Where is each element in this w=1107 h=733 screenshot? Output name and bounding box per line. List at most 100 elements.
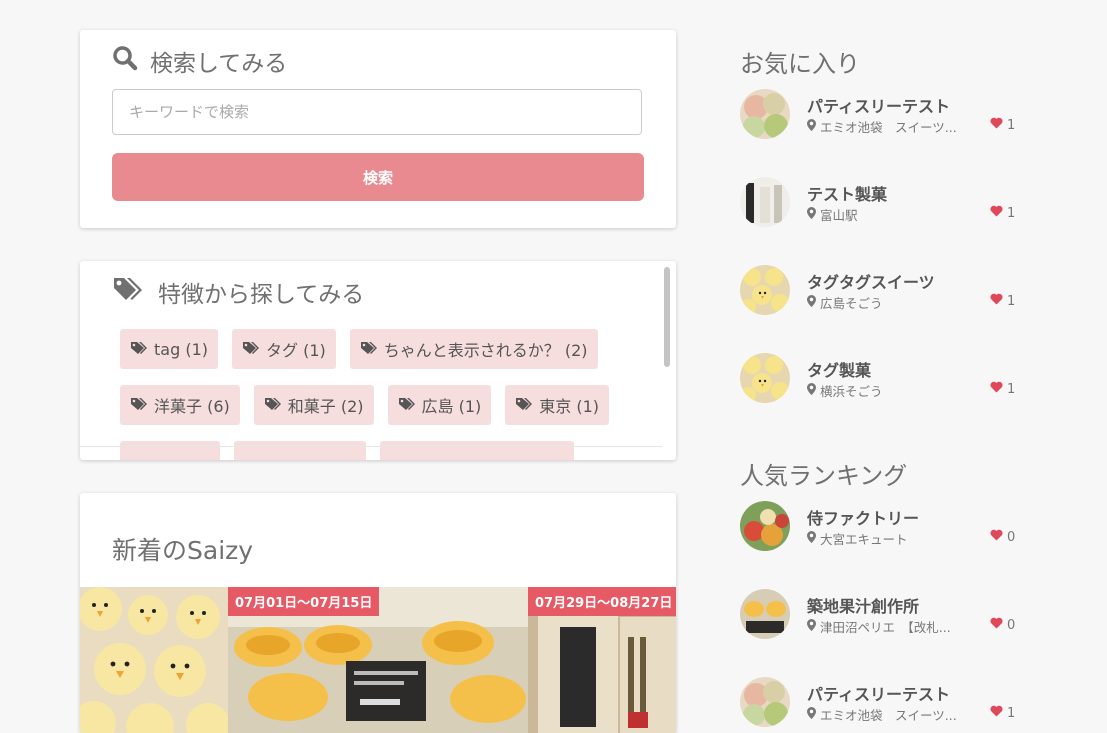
tag-icon: [360, 340, 378, 359]
shop-location: エミオ池袋 スイーツ...: [807, 117, 957, 136]
chick-sweets-image: [80, 587, 228, 733]
favorite-item[interactable]: パティスリーテスト エミオ池袋 スイーツ... 1: [740, 89, 1020, 141]
heart-icon: [990, 205, 1003, 221]
like-count-label: 1: [1007, 205, 1016, 221]
location-label: 横浜そごう: [820, 384, 883, 399]
location-label: エミオ池袋 スイーツ...: [820, 708, 957, 723]
location-label: 広島そごう: [820, 296, 883, 311]
tag-icon: [264, 396, 282, 415]
like-count-label: 0: [1007, 617, 1016, 633]
location-pin-icon: [807, 207, 816, 222]
tag-chip-partial[interactable]: [120, 441, 220, 460]
location-pin-icon: [807, 531, 816, 546]
search-card: 検索してみる 検索: [80, 30, 676, 228]
location-pin-icon: [807, 707, 816, 722]
shop-location: 広島そごう: [807, 293, 883, 312]
tag-icon: [398, 396, 416, 415]
heart-icon: [990, 617, 1003, 633]
like-count[interactable]: 1: [990, 381, 1015, 397]
ranking-item[interactable]: 侍ファクトリー 大宮エキュート 0: [740, 501, 1020, 553]
like-count[interactable]: 0: [990, 529, 1015, 545]
tags-icon: [112, 276, 144, 308]
tag-icon: [130, 340, 148, 359]
location-pin-icon: [807, 619, 816, 634]
slide-date-badge: 07月29日〜08月27日: [528, 587, 676, 616]
like-count[interactable]: 0: [990, 617, 1015, 633]
tag-chip[interactable]: ちゃんと表示されるか？ (2): [349, 329, 598, 369]
location-pin-icon: [807, 295, 816, 310]
location-label: エミオ池袋 スイーツ...: [820, 120, 957, 135]
tag-list: tag (1) タグ (1) ちゃんと表示されるか？ (2) 洋菓子 (6) 和…: [120, 329, 640, 460]
shop-name: パティスリーテスト: [807, 97, 951, 116]
heart-icon: [990, 117, 1003, 133]
like-count[interactable]: 1: [990, 117, 1015, 133]
favorite-item[interactable]: テスト製菓 富山駅 1: [740, 177, 1020, 229]
ranking-item[interactable]: パティスリーテスト エミオ池袋 スイーツ... 1: [740, 677, 1020, 729]
shop-avatar: [740, 589, 790, 639]
heart-icon: [990, 293, 1003, 309]
heart-icon: [990, 529, 1003, 545]
tags-divider: [80, 446, 662, 447]
search-input[interactable]: [112, 89, 642, 135]
ranking-item[interactable]: 築地果汁創作所 津田沼ペリエ 【改札... 0: [740, 589, 1020, 641]
shop-avatar: [740, 265, 790, 315]
carousel-slide[interactable]: [80, 587, 228, 733]
like-count-label: 1: [1007, 117, 1016, 133]
shop-location: 富山駅: [807, 205, 858, 224]
shop-location: 横浜そごう: [807, 381, 883, 400]
tag-icon: [242, 340, 260, 359]
new-arrivals-carousel: 07月01日〜07月15日 07月29日〜08月27日: [80, 587, 676, 733]
carousel-slide[interactable]: 07月29日〜08月27日: [528, 587, 676, 733]
like-count[interactable]: 1: [990, 205, 1015, 221]
location-label: 津田沼ペリエ 【改札...: [820, 620, 951, 635]
favorites-title: お気に入り: [740, 50, 860, 78]
like-count[interactable]: 1: [990, 705, 1015, 721]
new-arrivals-card: 新着のSaizy 07月01日〜07月15日 07月29日〜08月27日: [80, 493, 676, 733]
shop-avatar: [740, 177, 790, 227]
tag-chip[interactable]: タグ (1): [231, 329, 336, 369]
shop-name: 築地果汁創作所: [807, 597, 920, 616]
search-heading: 検索してみる: [112, 44, 287, 78]
like-count-label: 1: [1007, 293, 1016, 309]
shop-location: エミオ池袋 スイーツ...: [807, 705, 957, 724]
location-pin-icon: [807, 383, 816, 398]
shop-avatar: [740, 89, 790, 139]
slide-date-badge: 07月01日〜07月15日: [228, 587, 380, 616]
tag-chip-partial[interactable]: [380, 441, 574, 460]
like-count-label: 1: [1007, 381, 1016, 397]
tag-chip-partial[interactable]: [234, 441, 366, 460]
tag-label: 洋菓子 (6): [154, 397, 230, 416]
shop-name: タグ製菓: [807, 361, 872, 380]
tag-label: 広島 (1): [421, 397, 482, 416]
shop-avatar: [740, 677, 790, 727]
tag-chip[interactable]: tag (1): [120, 329, 218, 369]
features-title: 特徴から探してみる: [158, 282, 365, 308]
search-title: 検索してみる: [150, 51, 288, 77]
tags-scrollbar[interactable]: [664, 267, 670, 367]
favorite-item[interactable]: タグタグスイーツ 広島そごう 1: [740, 265, 1020, 317]
favorite-item[interactable]: タグ製菓 横浜そごう 1: [740, 353, 1020, 405]
shop-name: 侍ファクトリー: [807, 509, 920, 528]
shop-name: テスト製菓: [807, 185, 888, 204]
tag-chip[interactable]: 洋菓子 (6): [120, 385, 240, 425]
tag-chip[interactable]: 広島 (1): [387, 385, 492, 425]
shop-name: タグタグスイーツ: [807, 273, 935, 292]
like-count[interactable]: 1: [990, 293, 1015, 309]
shop-location: 津田沼ペリエ 【改札...: [807, 617, 951, 636]
tag-chip[interactable]: 和菓子 (2): [253, 385, 374, 425]
heart-icon: [990, 705, 1003, 721]
tag-label: tag (1): [154, 339, 208, 359]
search-button[interactable]: 検索: [112, 153, 644, 201]
features-card: 特徴から探してみる tag (1) タグ (1) ちゃんと表示されるか？ (2)…: [80, 261, 676, 460]
tag-chip[interactable]: 東京 (1): [505, 385, 610, 425]
shop-name: パティスリーテスト: [807, 685, 951, 704]
tag-label: タグ (1): [265, 341, 326, 360]
new-arrivals-title: 新着のSaizy: [112, 536, 254, 565]
location-label: 富山駅: [820, 208, 858, 223]
carousel-slide[interactable]: 07月01日〜07月15日: [228, 587, 528, 733]
location-pin-icon: [807, 119, 816, 134]
features-heading: 特徴から探してみる: [112, 275, 364, 309]
tag-icon: [515, 396, 533, 415]
tag-label: ちゃんと表示されるか？ (2): [383, 341, 588, 360]
tag-icon: [130, 396, 148, 415]
